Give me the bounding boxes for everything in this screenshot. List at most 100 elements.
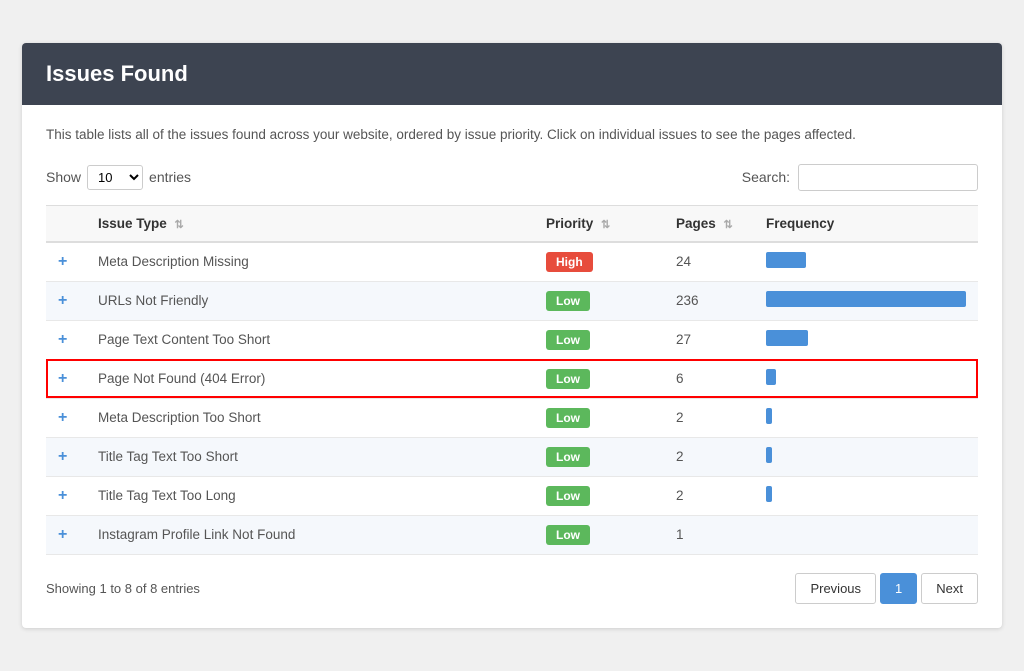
expand-cell: + — [46, 515, 86, 554]
entries-select[interactable]: 10 25 50 100 — [87, 165, 143, 190]
frequency-bar — [766, 252, 806, 268]
expand-button[interactable]: + — [58, 409, 67, 426]
show-label: Show — [46, 169, 81, 185]
frequency-cell — [754, 281, 978, 320]
table-controls: Show 10 25 50 100 entries Search: — [46, 164, 978, 191]
showing-text: Showing 1 to 8 of 8 entries — [46, 581, 200, 596]
sort-icon-pages: ⇅ — [724, 218, 733, 231]
frequency-cell — [754, 476, 978, 515]
search-label: Search: — [742, 169, 790, 185]
frequency-cell — [754, 242, 978, 282]
content-area: This table lists all of the issues found… — [22, 105, 1002, 627]
description-text: This table lists all of the issues found… — [46, 125, 978, 145]
page-header: Issues Found — [22, 43, 1002, 105]
frequency-cell — [754, 515, 978, 554]
table-row[interactable]: + Instagram Profile Link Not Found Low 1 — [46, 515, 978, 554]
frequency-bar — [766, 447, 772, 463]
priority-badge: High — [546, 252, 593, 272]
priority-cell: Low — [534, 320, 664, 359]
priority-cell: Low — [534, 437, 664, 476]
issue-type-cell: Instagram Profile Link Not Found — [86, 515, 534, 554]
priority-badge: Low — [546, 447, 590, 467]
table-row[interactable]: + Page Text Content Too Short Low 27 — [46, 320, 978, 359]
expand-button[interactable]: + — [58, 292, 67, 309]
table-row[interactable]: + Title Tag Text Too Long Low 2 — [46, 476, 978, 515]
priority-badge: Low — [546, 369, 590, 389]
issue-type-cell: Meta Description Too Short — [86, 398, 534, 437]
pages-cell: 6 — [664, 359, 754, 398]
expand-cell: + — [46, 320, 86, 359]
page-title: Issues Found — [46, 61, 188, 86]
priority-badge: Low — [546, 330, 590, 350]
expand-cell: + — [46, 242, 86, 282]
col-pages[interactable]: Pages ⇅ — [664, 205, 754, 242]
footer-row: Showing 1 to 8 of 8 entries Previous 1 N… — [46, 573, 978, 604]
frequency-cell — [754, 437, 978, 476]
priority-badge: Low — [546, 525, 590, 545]
search-container: Search: — [742, 164, 978, 191]
pages-cell: 2 — [664, 398, 754, 437]
priority-badge: Low — [546, 291, 590, 311]
priority-cell: Low — [534, 476, 664, 515]
table-row[interactable]: + Meta Description Too Short Low 2 — [46, 398, 978, 437]
priority-cell: Low — [534, 359, 664, 398]
main-container: Issues Found This table lists all of the… — [22, 43, 1002, 627]
col-issue-type[interactable]: Issue Type ⇅ — [86, 205, 534, 242]
pages-cell: 24 — [664, 242, 754, 282]
issues-table: Issue Type ⇅ Priority ⇅ Pages ⇅ Frequenc… — [46, 205, 978, 555]
table-row[interactable]: + Page Not Found (404 Error) Low 6 — [46, 359, 978, 398]
frequency-cell — [754, 398, 978, 437]
table-row[interactable]: + Title Tag Text Too Short Low 2 — [46, 437, 978, 476]
table-header: Issue Type ⇅ Priority ⇅ Pages ⇅ Frequenc… — [46, 205, 978, 242]
priority-cell: Low — [534, 515, 664, 554]
priority-cell: High — [534, 242, 664, 282]
priority-badge: Low — [546, 408, 590, 428]
expand-button[interactable]: + — [58, 448, 67, 465]
expand-button[interactable]: + — [58, 370, 67, 387]
expand-button[interactable]: + — [58, 487, 67, 504]
col-expand — [46, 205, 86, 242]
pages-cell: 27 — [664, 320, 754, 359]
entries-label: entries — [149, 169, 191, 185]
frequency-cell — [754, 320, 978, 359]
expand-cell: + — [46, 398, 86, 437]
issue-type-cell: Title Tag Text Too Short — [86, 437, 534, 476]
frequency-bar — [766, 486, 772, 502]
sort-icon-priority: ⇅ — [601, 218, 610, 231]
priority-cell: Low — [534, 281, 664, 320]
pages-cell: 1 — [664, 515, 754, 554]
priority-cell: Low — [534, 398, 664, 437]
frequency-bar — [766, 291, 966, 307]
col-priority[interactable]: Priority ⇅ — [534, 205, 664, 242]
frequency-bar — [766, 330, 808, 346]
expand-cell: + — [46, 359, 86, 398]
table-row[interactable]: + Meta Description Missing High 24 — [46, 242, 978, 282]
expand-button[interactable]: + — [58, 331, 67, 348]
issue-type-cell: Page Text Content Too Short — [86, 320, 534, 359]
expand-button[interactable]: + — [58, 526, 67, 543]
frequency-bar — [766, 369, 776, 385]
page-1-button[interactable]: 1 — [880, 573, 917, 604]
show-entries-control: Show 10 25 50 100 entries — [46, 165, 191, 190]
sort-icon-issue: ⇅ — [175, 218, 184, 231]
issue-type-cell: Meta Description Missing — [86, 242, 534, 282]
next-button[interactable]: Next — [921, 573, 978, 604]
pages-cell: 2 — [664, 476, 754, 515]
expand-button[interactable]: + — [58, 253, 67, 270]
issue-type-cell: Page Not Found (404 Error) — [86, 359, 534, 398]
table-body: + Meta Description Missing High 24 + URLs Not… — [46, 242, 978, 555]
pages-cell: 236 — [664, 281, 754, 320]
issue-type-cell: URLs Not Friendly — [86, 281, 534, 320]
table-row[interactable]: + URLs Not Friendly Low 236 — [46, 281, 978, 320]
pages-cell: 2 — [664, 437, 754, 476]
pagination: Previous 1 Next — [795, 573, 978, 604]
previous-button[interactable]: Previous — [795, 573, 876, 604]
frequency-cell — [754, 359, 978, 398]
expand-cell: + — [46, 437, 86, 476]
issue-type-cell: Title Tag Text Too Long — [86, 476, 534, 515]
col-frequency: Frequency — [754, 205, 978, 242]
expand-cell: + — [46, 476, 86, 515]
priority-badge: Low — [546, 486, 590, 506]
expand-cell: + — [46, 281, 86, 320]
search-input[interactable] — [798, 164, 978, 191]
